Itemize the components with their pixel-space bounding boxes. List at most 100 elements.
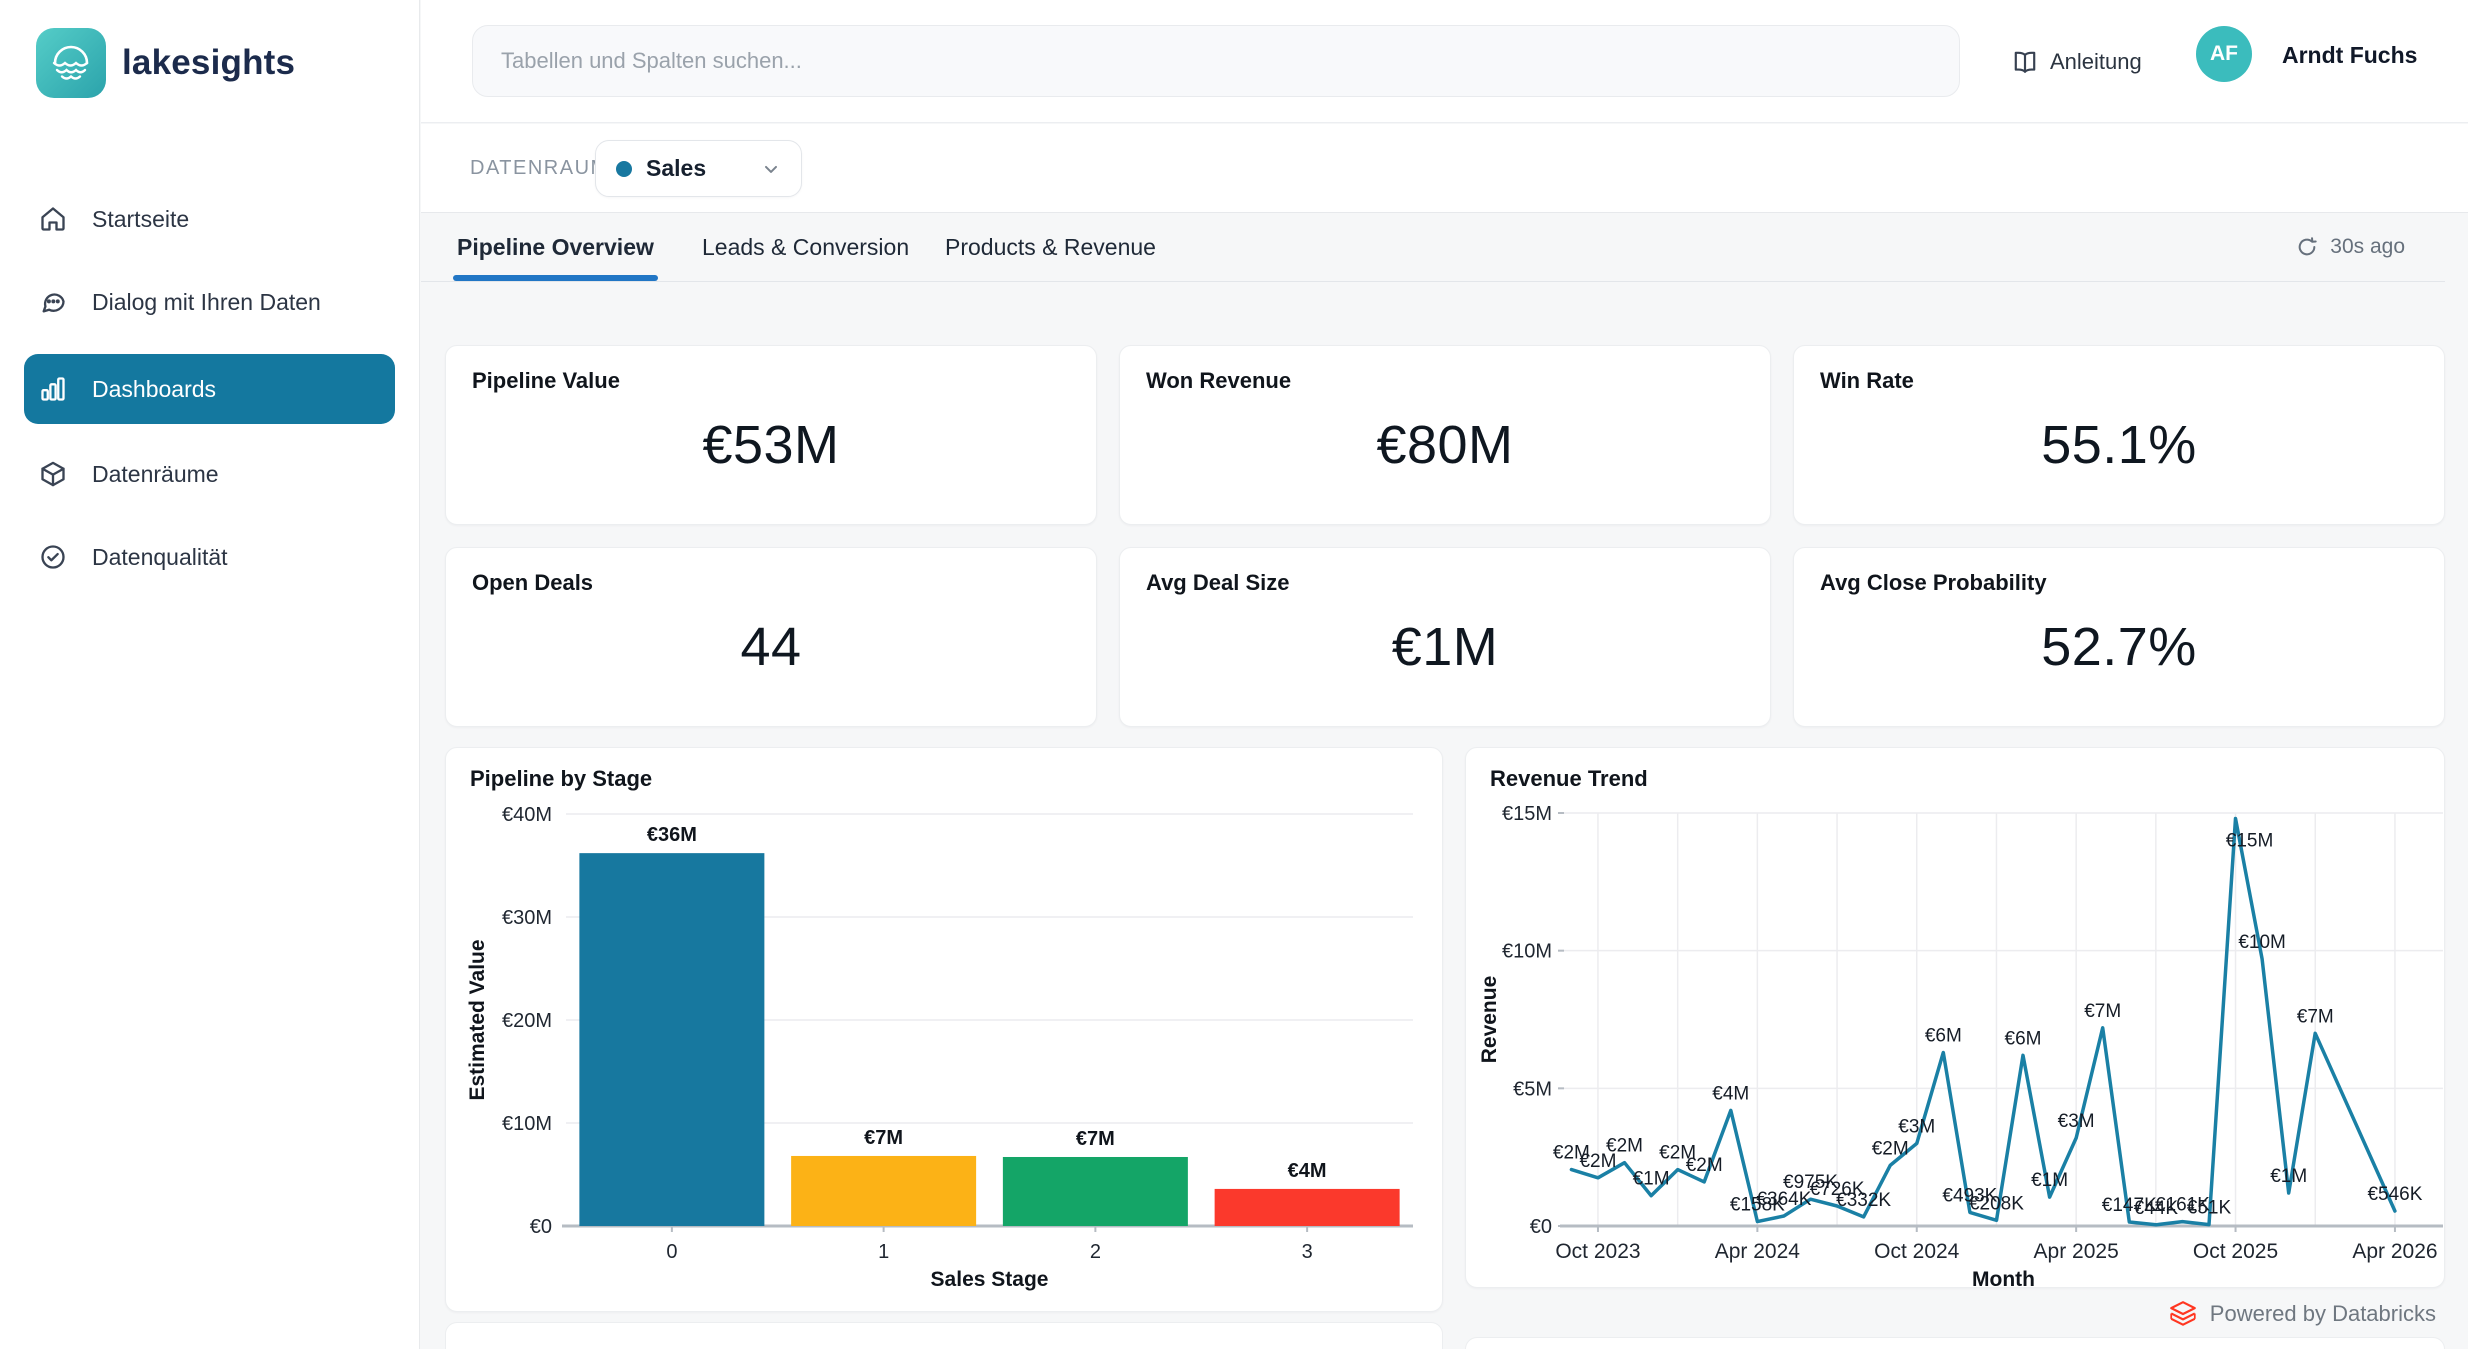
app-root: lakesights Startseite Dialog mit Ihren D… xyxy=(0,0,2468,1349)
svg-text:Month: Month xyxy=(1972,1268,2035,1288)
pipeline-by-stage-card: Pipeline by Stage €0€10M€20M€30M€40M€36M… xyxy=(445,747,1443,1312)
refresh-control[interactable]: 30s ago xyxy=(2296,213,2405,281)
svg-text:€10M: €10M xyxy=(1502,941,1552,963)
sidebar-item-dashboards[interactable]: Dashboards xyxy=(24,354,395,424)
kpi-value: 52.7% xyxy=(1794,616,2444,678)
svg-text:€6M: €6M xyxy=(2005,1028,2042,1049)
svg-text:€15M: €15M xyxy=(1502,803,1552,825)
cube-icon xyxy=(38,459,68,489)
kpi-title: Won Revenue xyxy=(1146,368,1291,394)
sidebar-item-datenqualitaet[interactable]: Datenqualität xyxy=(24,530,395,584)
kpi-value: €1M xyxy=(1120,616,1770,678)
tab-label: Pipeline Overview xyxy=(457,234,654,261)
svg-text:€3M: €3M xyxy=(1898,1116,1935,1137)
svg-text:€0: €0 xyxy=(530,1216,552,1238)
svg-text:€1M: €1M xyxy=(1633,1169,1670,1190)
brand: lakesights xyxy=(36,28,295,98)
bar-chart-icon xyxy=(38,374,68,404)
svg-text:€332K: €332K xyxy=(1836,1190,1891,1211)
tab-label: Products & Revenue xyxy=(945,234,1156,261)
dataspace-select[interactable]: Sales xyxy=(595,140,802,197)
revenue-trend-card: Revenue Trend €0€5M€10M€15MOct 2023Apr 2… xyxy=(1465,747,2445,1288)
svg-text:€40M: €40M xyxy=(502,804,552,826)
svg-text:€30M: €30M xyxy=(502,907,552,929)
kpi-value: 55.1% xyxy=(1794,414,2444,476)
svg-text:2: 2 xyxy=(1090,1241,1101,1263)
svg-text:€7M: €7M xyxy=(864,1127,903,1149)
svg-text:Oct 2023: Oct 2023 xyxy=(1555,1240,1640,1263)
sidebar-item-datenraeume[interactable]: Datenräume xyxy=(24,447,395,501)
svg-text:€7M: €7M xyxy=(1076,1128,1115,1150)
avatar[interactable]: AF xyxy=(2196,26,2252,82)
check-circle-icon xyxy=(38,542,68,572)
avatar-initials: AF xyxy=(2210,42,2238,66)
sidebar-item-label: Dashboards xyxy=(92,376,216,403)
svg-text:€2M: €2M xyxy=(1686,1155,1723,1176)
sidebar-item-label: Datenräume xyxy=(92,461,219,488)
svg-text:€1M: €1M xyxy=(2270,1166,2307,1187)
svg-text:€208K: €208K xyxy=(1969,1193,2024,1214)
pipeline-by-stage-chart: €0 €10M €20M €30M €40M €36M 0 €7M 1 €7M 2 €4M 3 Sales… xyxy=(446,748,1443,1312)
svg-text:Oct 2025: Oct 2025 xyxy=(2193,1240,2278,1263)
svg-text:€5M: €5M xyxy=(1513,1078,1552,1100)
svg-text:1: 1 xyxy=(878,1241,889,1263)
svg-text:€4M: €4M xyxy=(1288,1160,1327,1182)
powered-by-footer: Powered by Databricks xyxy=(1465,1296,2436,1332)
home-icon xyxy=(38,204,68,234)
svg-text:Sales Stage: Sales Stage xyxy=(931,1268,1049,1291)
svg-text:€546K: €546K xyxy=(2367,1184,2422,1205)
sidebar: lakesights Startseite Dialog mit Ihren D… xyxy=(0,0,420,1349)
svg-text:0: 0 xyxy=(666,1241,677,1263)
kpi-value: €80M xyxy=(1120,414,1770,476)
sidebar-item-dialog[interactable]: Dialog mit Ihren Daten xyxy=(24,275,395,329)
brand-name: lakesights xyxy=(122,43,295,83)
tab-leads-conversion[interactable]: Leads & Conversion xyxy=(702,213,909,281)
help-link[interactable]: Anleitung xyxy=(2012,0,2142,123)
search-input[interactable] xyxy=(472,25,1960,97)
tab-label: Leads & Conversion xyxy=(702,234,909,261)
kpi-card-avg-deal-size: Avg Deal Size €1M xyxy=(1119,547,1771,727)
revenue-trend-chart: €0 €5M €10M €15M Oct 2023 Apr 2024 Oct 2024 Apr… xyxy=(1466,748,2445,1288)
svg-text:€0: €0 xyxy=(1530,1216,1552,1238)
svg-text:€2M: €2M xyxy=(1872,1138,1909,1159)
sidebar-item-label: Startseite xyxy=(92,206,189,233)
svg-text:Revenue: Revenue xyxy=(1478,976,1501,1064)
svg-text:Apr 2026: Apr 2026 xyxy=(2352,1240,2437,1263)
svg-text:€7M: €7M xyxy=(2297,1006,2334,1027)
kpi-card-open-deals: Open Deals 44 xyxy=(445,547,1097,727)
kpi-title: Open Deals xyxy=(472,570,593,596)
sidebar-item-label: Datenqualität xyxy=(92,544,228,571)
powered-by-label: Powered by Databricks xyxy=(2210,1301,2436,1327)
topbar: Anleitung AF Arndt Fuchs xyxy=(421,0,2468,123)
svg-text:€51K: €51K xyxy=(2187,1198,2232,1219)
svg-text:€6M: €6M xyxy=(1925,1026,1962,1047)
kpi-value: 44 xyxy=(446,616,1096,678)
kpi-card-avg-close-probability: Avg Close Probability 52.7% xyxy=(1793,547,2445,727)
svg-text:Oct 2024: Oct 2024 xyxy=(1874,1240,1960,1263)
svg-text:3: 3 xyxy=(1302,1241,1313,1263)
kpi-title: Avg Close Probability xyxy=(1820,570,2047,596)
svg-text:€15M: €15M xyxy=(2226,831,2274,852)
tab-products-revenue[interactable]: Products & Revenue xyxy=(945,213,1156,281)
tab-bar: Pipeline Overview Leads & Conversion Pro… xyxy=(421,213,2468,282)
dataspace-row: DATENRAUM Sales xyxy=(421,124,2468,213)
svg-text:€36M: €36M xyxy=(647,824,697,846)
kpi-title: Pipeline Value xyxy=(472,368,620,394)
lakesights-logo-icon xyxy=(36,28,106,98)
svg-text:€3M: €3M xyxy=(2058,1111,2095,1132)
dataspace-dot-icon xyxy=(616,161,632,177)
svg-text:€20M: €20M xyxy=(502,1010,552,1032)
sidebar-item-startseite[interactable]: Startseite xyxy=(24,192,395,246)
databricks-logo-icon xyxy=(2168,1300,2198,1328)
sidebar-item-label: Dialog mit Ihren Daten xyxy=(92,289,321,316)
kpi-card-won-revenue: Won Revenue €80M xyxy=(1119,345,1771,525)
dataspace-label: DATENRAUM xyxy=(470,124,609,213)
tab-pipeline-overview[interactable]: Pipeline Overview xyxy=(457,213,654,281)
kpi-title: Avg Deal Size xyxy=(1146,570,1289,596)
svg-text:Apr 2024: Apr 2024 xyxy=(1715,1240,1801,1263)
svg-text:€10M: €10M xyxy=(502,1113,552,1135)
chat-icon xyxy=(38,287,68,317)
tabbar-divider xyxy=(421,281,2445,282)
svg-text:Estimated Value: Estimated Value xyxy=(466,939,489,1100)
refresh-label: 30s ago xyxy=(2330,235,2405,259)
